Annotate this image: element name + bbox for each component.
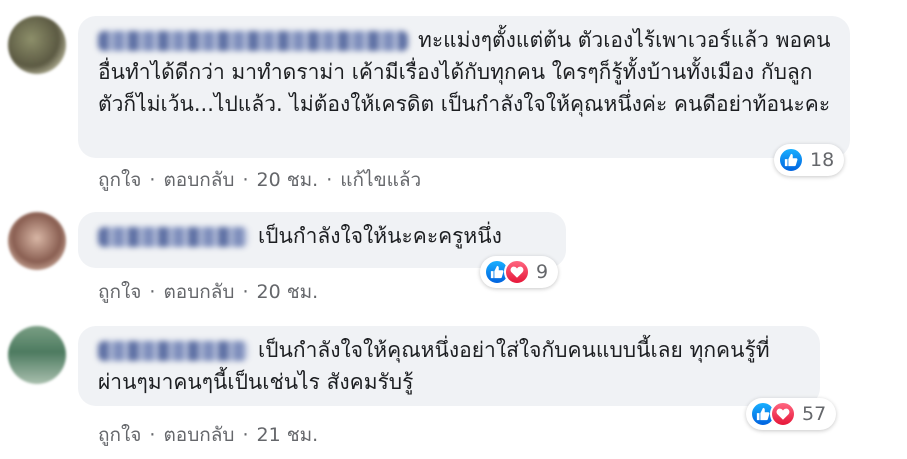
avatar[interactable] xyxy=(8,16,66,74)
separator: · xyxy=(242,424,249,446)
like-link[interactable]: ถูกใจ xyxy=(98,277,141,307)
author-name-blurred[interactable] xyxy=(98,31,408,51)
comment-bubble: ทะแม่งๆตั้งแต่ต้น ตัวเองไร้เพาเวอร์แล้ว … xyxy=(78,16,850,158)
avatar[interactable] xyxy=(8,212,66,270)
comment-bubble: เป็นกำลังใจให้คุณหนึ่งอย่าใส่ใจกับคนแบบน… xyxy=(78,326,820,406)
separator: · xyxy=(242,169,249,191)
avatar[interactable] xyxy=(8,326,66,384)
reply-link[interactable]: ตอบกลับ xyxy=(163,277,234,307)
separator: · xyxy=(149,169,156,191)
comment-actions: ถูกใจ · ตอบกลับ · 20 ชม. · แก้ไขแล้ว xyxy=(98,165,421,195)
comment-text: เป็นกำลังใจให้นะคะครูหนึ่ง xyxy=(258,224,502,248)
edited-label[interactable]: แก้ไขแล้ว xyxy=(340,165,421,195)
reply-link[interactable]: ตอบกลับ xyxy=(163,420,234,450)
reaction-count: 18 xyxy=(810,149,835,171)
timestamp[interactable]: 20 ชม. xyxy=(257,277,319,307)
separator: · xyxy=(326,169,333,191)
like-link[interactable]: ถูกใจ xyxy=(98,420,141,450)
timestamp[interactable]: 20 ชม. xyxy=(257,165,319,195)
separator: · xyxy=(149,281,156,303)
comment-actions: ถูกใจ · ตอบกลับ · 21 ชม. xyxy=(98,420,318,450)
reaction-count: 57 xyxy=(802,403,827,425)
reaction-summary[interactable]: 9 xyxy=(480,256,559,288)
author-name-blurred[interactable] xyxy=(98,341,248,361)
love-icon xyxy=(770,401,796,427)
reaction-summary[interactable]: 57 xyxy=(746,398,837,430)
reaction-summary[interactable]: 18 xyxy=(774,144,845,176)
comment-actions: ถูกใจ · ตอบกลับ · 20 ชม. xyxy=(98,277,318,307)
timestamp[interactable]: 21 ชม. xyxy=(257,420,319,450)
separator: · xyxy=(242,281,249,303)
reply-link[interactable]: ตอบกลับ xyxy=(163,165,234,195)
separator: · xyxy=(149,424,156,446)
author-name-blurred[interactable] xyxy=(98,227,248,247)
reaction-count: 9 xyxy=(536,261,549,283)
love-icon xyxy=(504,259,530,285)
like-link[interactable]: ถูกใจ xyxy=(98,165,141,195)
like-icon xyxy=(778,147,804,173)
